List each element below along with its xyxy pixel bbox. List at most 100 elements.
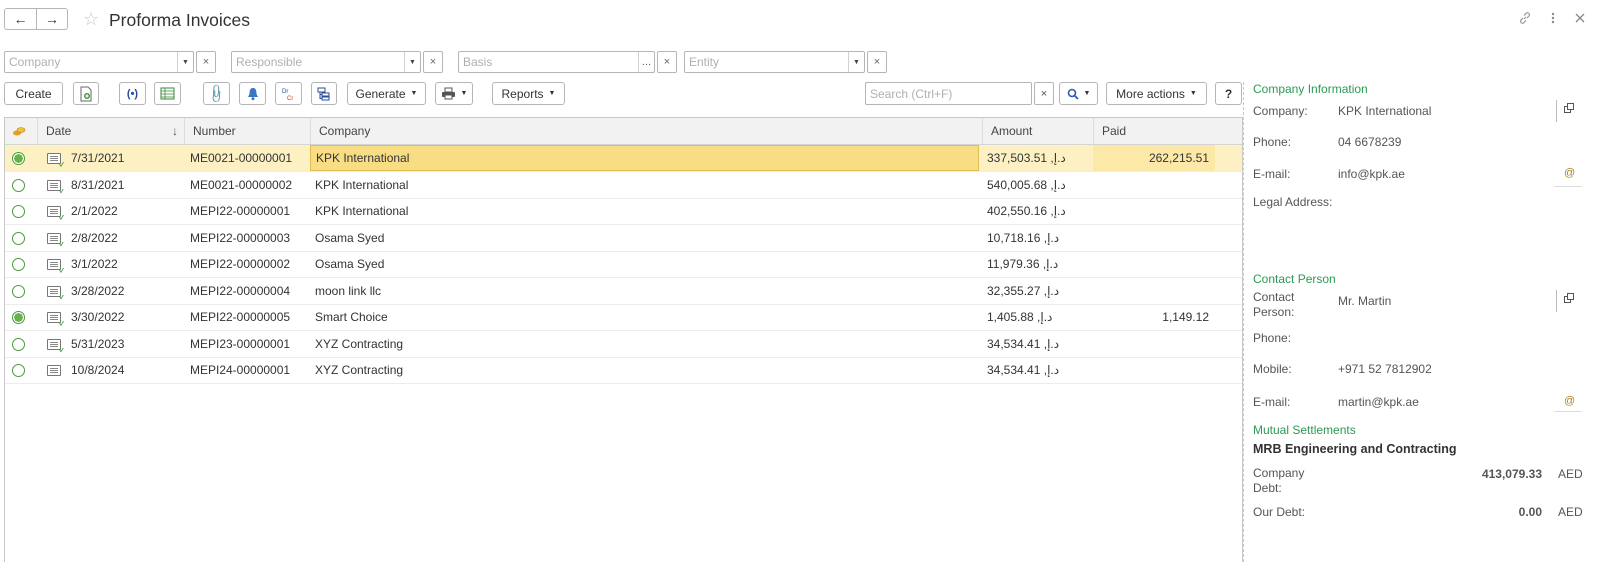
company-debt-currency: AED	[1558, 467, 1583, 481]
search-icon	[1067, 88, 1079, 100]
number-cell: MEPI22-00000001	[190, 204, 291, 218]
paid-cell: 1,149.12	[1162, 310, 1209, 324]
table-row[interactable]: 3/30/2022 MEPI22-00000005 Smart Choice 1,40…	[5, 304, 1242, 331]
chevron-down-icon: ▼	[1189, 90, 1197, 97]
date-cell: 8/31/2021	[71, 177, 125, 192]
amount-column-header[interactable]: Amount	[983, 118, 1094, 144]
phone-value: 04 6678239	[1338, 135, 1402, 149]
amount-column-label: Amount	[991, 124, 1033, 138]
divider	[1556, 290, 1557, 312]
amount-cell: 10,718.16 ,د.إ	[987, 230, 1060, 245]
number-cell: ME0021-00000002	[190, 177, 293, 192]
company-filter-field[interactable]: Company ▼	[4, 51, 194, 73]
status-column-header[interactable]	[5, 118, 38, 144]
responsible-filter-field[interactable]: Responsible ▼	[231, 51, 421, 73]
title-bar: ← → ☆ Proforma Invoices	[0, 0, 1600, 40]
amount-cell: 402,550.16 ,د.إ	[987, 204, 1066, 218]
table-row[interactable]: 8/31/2021 ME0021-00000002 KPK Internationa…	[5, 172, 1242, 199]
responsible-filter-clear-button[interactable]: ×	[423, 51, 443, 73]
number-cell: ME0021-00000001	[190, 151, 293, 165]
search-options-button[interactable]: ▼	[1059, 82, 1098, 105]
paid-column-label: Paid	[1102, 124, 1127, 138]
entity-filter-field[interactable]: Entity ▼	[684, 51, 865, 73]
link-icon[interactable]	[1518, 11, 1532, 28]
email-at-icon[interactable]: @	[1564, 395, 1575, 407]
create-button[interactable]: Create	[4, 82, 63, 105]
back-button[interactable]: ←	[5, 9, 36, 29]
chevron-down-icon[interactable]: ▼	[848, 52, 864, 72]
company-cell: Osama Syed	[315, 257, 385, 271]
favorite-star-icon[interactable]: ☆	[83, 9, 99, 29]
contact-phone-label: Phone:	[1253, 331, 1292, 345]
company-column-header[interactable]: Company	[311, 118, 983, 144]
open-status-icon	[12, 364, 25, 377]
close-icon[interactable]	[1574, 11, 1586, 28]
attachment-button[interactable]: 📎	[203, 82, 230, 105]
contact-email-value[interactable]: martin@kpk.ae	[1338, 395, 1419, 409]
svg-text:Cr: Cr	[287, 96, 293, 101]
table-row[interactable]: 7/31/2021 ME0021-00000001 KPK Internationa…	[5, 145, 1242, 172]
broadcast-button[interactable]: (•)	[119, 82, 146, 105]
generate-dropdown-button[interactable]: Generate ▼	[347, 82, 426, 105]
search-field[interactable]	[865, 82, 1032, 105]
contact-person-value[interactable]: Mr. Martin	[1338, 294, 1391, 308]
company-cell: moon link llc	[315, 283, 382, 298]
more-vertical-icon[interactable]	[1550, 11, 1556, 28]
reminder-button[interactable]	[239, 82, 266, 105]
search-clear-button[interactable]: ×	[1034, 82, 1054, 105]
chevron-down-icon[interactable]: ▼	[404, 52, 420, 72]
table-row[interactable]: 10/8/2024 MEPI24-00000001 XYZ Contracting 3…	[5, 357, 1242, 384]
our-debt-value[interactable]: 0.00	[1442, 505, 1542, 519]
table-row[interactable]: 2/1/2022 MEPI22-00000001 KPK International…	[5, 198, 1242, 225]
document-icon	[47, 365, 61, 376]
search-input[interactable]	[866, 86, 1031, 101]
company-cell: KPK International	[315, 204, 409, 218]
paid-column-header[interactable]: Paid	[1094, 118, 1242, 144]
company-debt-value[interactable]: 413,079.33	[1442, 467, 1542, 481]
table-row[interactable]: 2/8/2022 MEPI22-00000003 Osama Syed 10,718.…	[5, 225, 1242, 252]
open-contact-icon[interactable]	[1564, 293, 1574, 306]
debit-credit-button[interactable]: Dr Cr	[275, 82, 302, 105]
table-row[interactable]: 3/28/2022 MEPI22-00000004 moon link llc 32,…	[5, 278, 1242, 305]
responsible-filter-placeholder: Responsible	[236, 55, 303, 69]
basis-filter-clear-button[interactable]: ×	[657, 51, 677, 73]
company-info-title: Company Information	[1253, 82, 1368, 96]
company-cell: Osama Syed	[315, 230, 385, 245]
company-value[interactable]: KPK International	[1338, 104, 1431, 118]
more-actions-button[interactable]: More actions ▼	[1106, 82, 1207, 105]
paid-cell	[1093, 357, 1215, 383]
chevron-down-icon[interactable]: ▼	[177, 52, 193, 72]
copy-document-button[interactable]	[73, 82, 99, 105]
number-cell: MEPI22-00000005	[190, 310, 291, 324]
page-title: Proforma Invoices	[109, 10, 251, 30]
entity-filter-clear-button[interactable]: ×	[867, 51, 887, 73]
mutual-settlements-title: Mutual Settlements	[1253, 423, 1356, 437]
bell-icon	[247, 87, 258, 100]
email-at-icon[interactable]: @	[1564, 167, 1575, 179]
create-label: Create	[15, 86, 52, 101]
forward-button[interactable]: →	[36, 9, 67, 29]
date-cell: 5/31/2023	[71, 336, 125, 351]
amount-cell: 32,355.27 ,د.إ	[987, 283, 1060, 298]
spreadsheet-button[interactable]	[154, 82, 181, 105]
date-column-header[interactable]: Date ↓	[38, 118, 185, 144]
paid-cell	[1093, 278, 1215, 304]
table-row[interactable]: 3/1/2022 MEPI22-00000002 Osama Syed 11,979.…	[5, 251, 1242, 278]
basis-filter-field[interactable]: Basis …	[458, 51, 655, 73]
open-company-icon[interactable]	[1564, 103, 1574, 116]
document-icon	[47, 259, 61, 270]
ellipsis-icon[interactable]: …	[638, 52, 654, 72]
table-row[interactable]: 5/31/2023 MEPI23-00000001 XYZ Contracting 3…	[5, 331, 1242, 358]
number-column-header[interactable]: Number	[185, 118, 311, 144]
company-cell: XYZ Contracting	[315, 336, 404, 351]
print-dropdown-button[interactable]: ▼	[435, 82, 473, 105]
divider	[1556, 100, 1557, 122]
email-value[interactable]: info@kpk.ae	[1338, 167, 1405, 181]
company-filter-clear-button[interactable]: ×	[196, 51, 216, 73]
structure-button[interactable]	[311, 82, 337, 105]
help-button[interactable]: ?	[1215, 82, 1242, 105]
email-label: E-mail:	[1253, 167, 1291, 181]
reports-dropdown-button[interactable]: Reports ▼	[492, 82, 565, 105]
broadcast-icon: (•)	[126, 87, 139, 100]
more-actions-label: More actions	[1116, 86, 1185, 101]
